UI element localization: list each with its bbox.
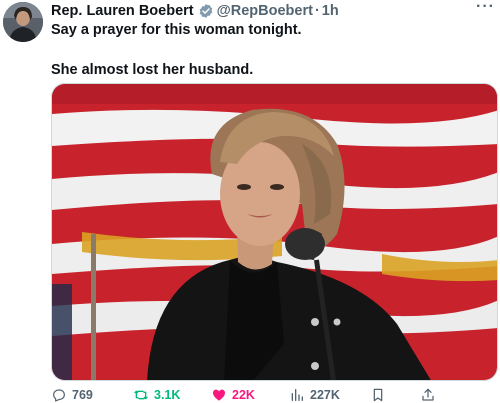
avatar[interactable]	[3, 2, 43, 42]
avatar-image	[3, 2, 43, 42]
author-handle[interactable]: @RepBoebert	[217, 3, 313, 19]
tweet-text-line-2: She almost lost her husband.	[51, 62, 254, 78]
tweet-text: Say a prayer for this woman tonight. She…	[51, 20, 491, 80]
share-button[interactable]	[420, 386, 441, 403]
reply-icon	[53, 389, 65, 402]
reply-button[interactable]: 769	[51, 386, 93, 403]
tweet-header: Rep. Lauren Boebert @RepBoebert · 1h	[51, 2, 490, 20]
tweet-photo[interactable]	[51, 83, 498, 381]
tweet-timestamp[interactable]: 1h	[322, 3, 339, 19]
heart-icon	[213, 389, 225, 401]
views-button[interactable]: 227K	[289, 386, 340, 403]
action-bar: 769 3.1K 22K 227K	[51, 386, 491, 403]
verified-badge-icon	[198, 3, 214, 19]
photo-image	[52, 84, 497, 380]
tweet-text-line-1: Say a prayer for this woman tonight.	[51, 22, 302, 38]
reply-count: 769	[72, 388, 93, 402]
like-count: 22K	[232, 388, 255, 402]
author-name[interactable]: Rep. Lauren Boebert	[51, 3, 194, 19]
share-icon	[422, 388, 434, 401]
views-chart-icon	[291, 389, 303, 401]
retweet-count: 3.1K	[154, 388, 181, 402]
bookmark-button[interactable]	[370, 386, 391, 403]
views-count: 227K	[310, 388, 340, 402]
retweet-button[interactable]: 3.1K	[133, 386, 180, 403]
retweet-icon	[134, 390, 148, 400]
bookmark-icon	[373, 388, 383, 402]
like-button[interactable]: 22K	[211, 386, 255, 403]
header-separator: ·	[314, 3, 320, 19]
more-options-icon[interactable]: ···	[476, 0, 494, 16]
